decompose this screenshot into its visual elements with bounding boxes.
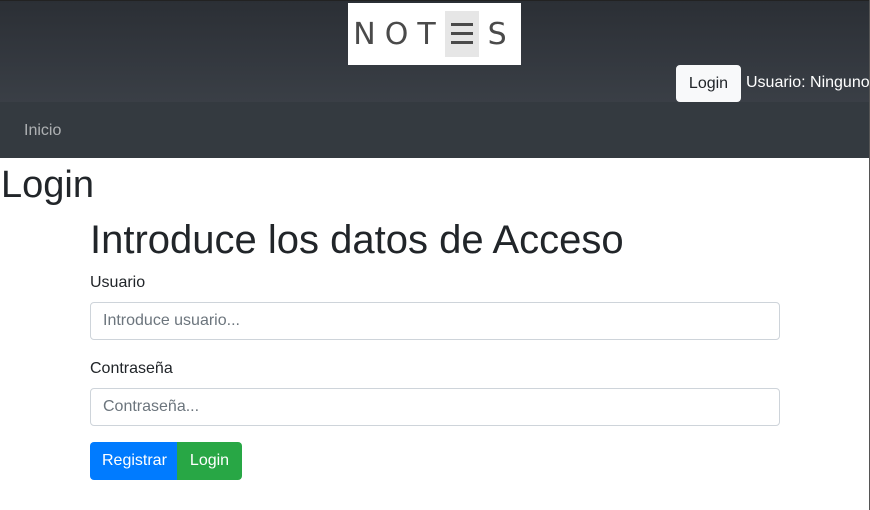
password-input[interactable] — [90, 388, 780, 426]
form-heading: Introduce los datos de Acceso — [90, 218, 624, 262]
notes-page-icon — [444, 11, 479, 57]
login-form: Introduce los datos de Acceso Usuario Co… — [90, 216, 780, 480]
register-button[interactable]: Registrar — [90, 442, 177, 480]
login-submit-button[interactable]: Login — [177, 442, 242, 480]
notes-logo[interactable]: NOT S — [348, 3, 521, 65]
username-label: Usuario — [90, 274, 146, 291]
logo-wordmark: NOT S — [353, 11, 515, 57]
page-title: Login — [1, 164, 94, 206]
form-button-group: Registrar Login — [90, 442, 242, 480]
password-label: Contraseña — [90, 360, 173, 377]
logo-text-start: NOT — [353, 16, 445, 52]
site-header: NOT S Login Usuario: Ninguno — [0, 0, 870, 103]
current-user-label: Usuario: Ninguno — [746, 74, 870, 91]
app-frame: NOT S Login Usuario: Ninguno Inicio Logi… — [0, 0, 870, 510]
main-navbar: Inicio — [0, 102, 869, 158]
header-login-button[interactable]: Login — [676, 65, 741, 102]
username-input[interactable] — [90, 302, 780, 340]
nav-item-inicio[interactable]: Inicio — [24, 122, 61, 140]
logo-text-end: S — [487, 16, 516, 52]
